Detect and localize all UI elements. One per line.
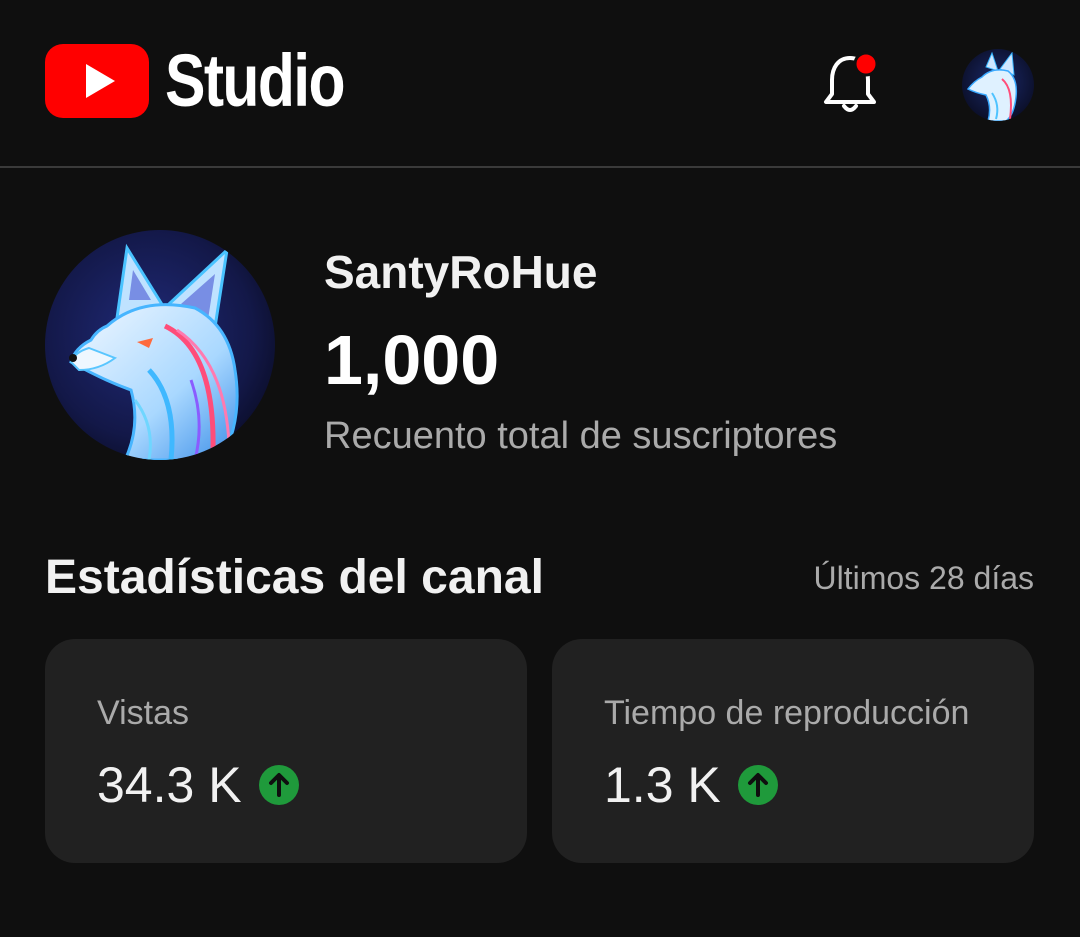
channel-name: SantyRoHue: [324, 246, 598, 298]
app-name: Studio: [165, 39, 346, 122]
bell-icon[interactable]: [818, 50, 882, 116]
subscriber-label: Recuento total de suscriptores: [324, 415, 838, 457]
stat-value: 1.3 K: [604, 757, 721, 813]
youtube-studio-logo[interactable]: Studio: [45, 44, 383, 118]
top-app-bar: Studio: [0, 0, 1080, 168]
stat-label: Tiempo de reproducción: [604, 694, 970, 732]
subscriber-count: 1,000: [324, 321, 500, 399]
fox-avatar-icon: [45, 230, 275, 460]
channel-avatar[interactable]: [45, 230, 275, 460]
youtube-play-icon: [45, 44, 149, 118]
stat-value: 34.3 K: [97, 757, 242, 813]
account-avatar[interactable]: [962, 49, 1034, 121]
notification-dot: [853, 51, 879, 77]
arrow-up-circle-icon: [258, 765, 299, 805]
stat-card-views[interactable]: Vistas 34.3 K: [45, 639, 527, 863]
section-title: Estadísticas del canal: [45, 551, 544, 604]
fox-avatar-icon: [962, 49, 1034, 121]
period-selector[interactable]: Últimos 28 días: [813, 556, 1034, 600]
stat-card-watch-time[interactable]: Tiempo de reproducción 1.3 K: [552, 639, 1034, 863]
arrow-up-circle-icon: [737, 765, 778, 805]
stat-label: Vistas: [97, 694, 189, 732]
